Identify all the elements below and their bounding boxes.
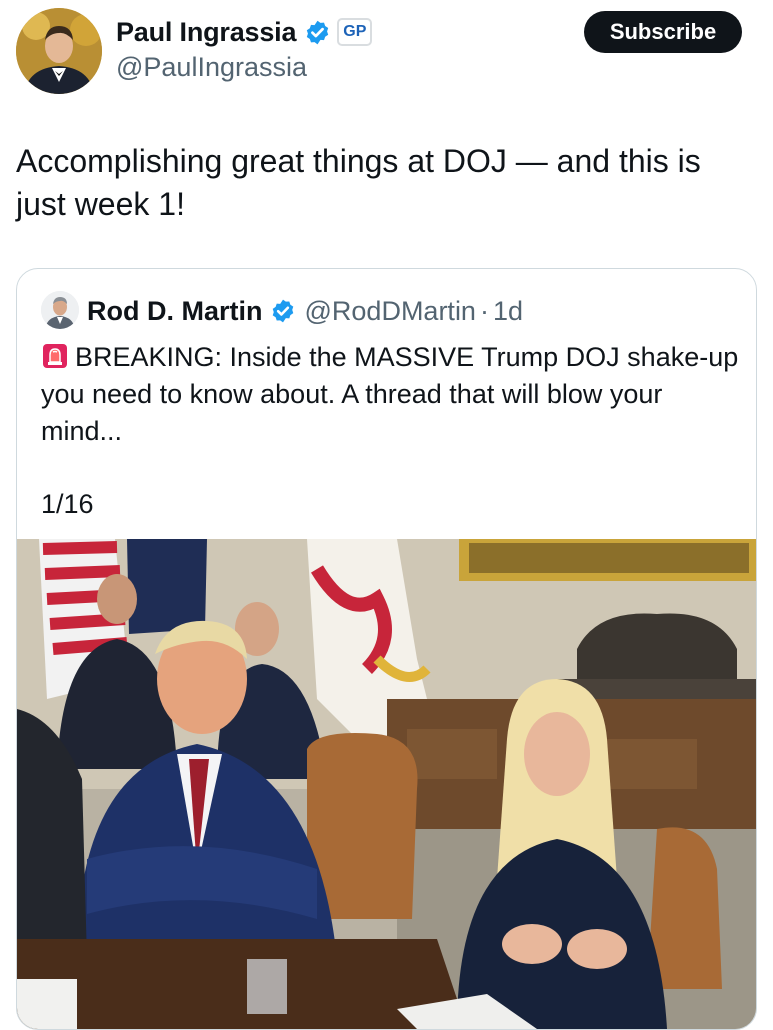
verified-badge-icon: [272, 299, 293, 323]
quoted-tweet-photo[interactable]: [17, 539, 756, 1029]
quoted-author-handle[interactable]: @RodDMartin: [305, 296, 476, 327]
author-name-row: Paul Ingrassia GP: [116, 14, 373, 50]
quoted-author-avatar[interactable]: [41, 291, 79, 329]
author-avatar[interactable]: [16, 8, 102, 94]
quoted-tweet-text-block: BREAKING: Inside the MASSIVE Trump DOJ s…: [41, 339, 741, 450]
subscribe-button[interactable]: Subscribe: [584, 11, 742, 53]
separator-dot: ·: [479, 295, 489, 326]
quoted-tweet-header: Rod D. Martin @RodDMartin · 1d: [87, 291, 523, 331]
quoted-author-name[interactable]: Rod D. Martin: [87, 296, 263, 327]
tweet-text: Accomplishing great things at DOJ — and …: [16, 143, 701, 222]
quoted-tweet-card[interactable]: Rod D. Martin @RodDMartin · 1d BREAKING:…: [16, 268, 757, 1030]
police-light-icon: [43, 344, 67, 368]
verified-badge-icon: [307, 20, 329, 44]
thread-counter: 1/16: [41, 489, 94, 519]
author-name[interactable]: Paul Ingrassia: [116, 17, 296, 48]
author-handle[interactable]: @PaulIngrassia: [116, 52, 307, 83]
quoted-tweet-time[interactable]: 1d: [493, 296, 523, 327]
quoted-tweet-text: BREAKING: Inside the MASSIVE Trump DOJ s…: [41, 342, 739, 446]
affiliate-badge[interactable]: GP: [337, 18, 373, 46]
